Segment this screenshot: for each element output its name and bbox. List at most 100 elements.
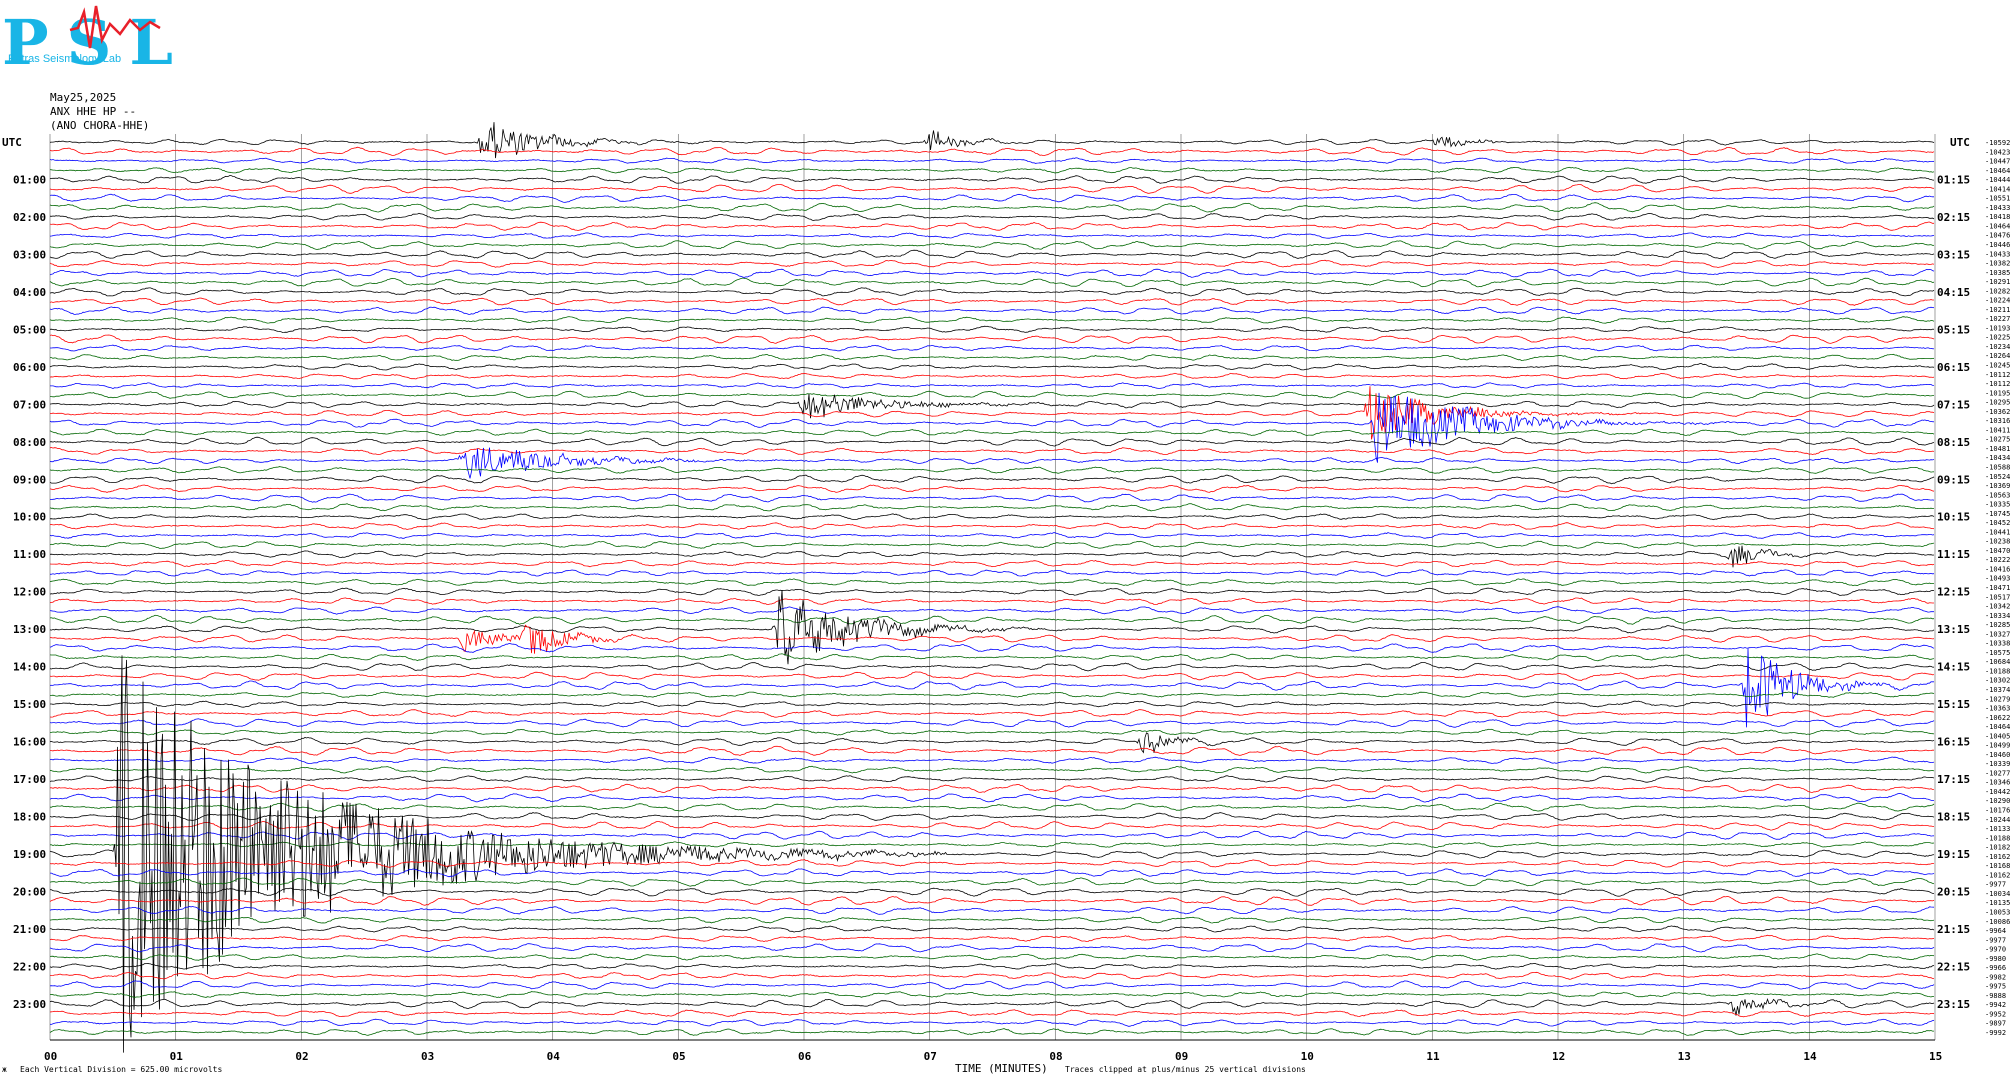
trace-line-87 xyxy=(49,953,1935,961)
trace-line-10 xyxy=(49,232,1935,239)
right-offset-label: -10182 xyxy=(1985,844,2010,852)
trace-line-61 xyxy=(49,709,1935,718)
trace-line-88 xyxy=(49,962,1935,970)
trace-line-64 xyxy=(49,732,1935,754)
right-offset-label: -10162 xyxy=(1985,871,2010,879)
trace-line-59 xyxy=(50,691,1935,698)
right-offset-label: -10363 xyxy=(1985,705,2010,713)
logo-letters: PSL xyxy=(2,6,191,79)
trace-line-16 xyxy=(49,287,1935,297)
right-offset-label: -10086 xyxy=(1985,918,2010,926)
right-offset-label: -10499 xyxy=(1985,742,2010,750)
trace-line-23 xyxy=(50,353,1935,362)
right-offset-label: -10447 xyxy=(1985,158,2010,166)
trace-line-89 xyxy=(50,971,1935,980)
trace-line-28 xyxy=(49,394,1935,419)
right-offset-label: -10416 xyxy=(1985,565,2010,573)
left-hour-label: 11:00 xyxy=(13,548,46,561)
x-tick-label: 08 xyxy=(1049,1050,1062,1063)
trace-line-1 xyxy=(49,146,1935,156)
right-offset-label: -10195 xyxy=(1985,389,2010,397)
right-offset-label: -9952 xyxy=(1985,1010,2006,1018)
right-offset-label: -9982 xyxy=(1985,973,2006,981)
left-hour-label: 20:00 xyxy=(13,885,46,898)
right-offset-label: -10224 xyxy=(1985,297,2010,305)
x-tick-label: 15 xyxy=(1929,1050,1942,1063)
right-offset-label: -10342 xyxy=(1985,603,2010,611)
left-hour-label: 12:00 xyxy=(13,586,46,599)
right-offset-label: -10346 xyxy=(1985,779,2010,787)
right-offset-label: -10264 xyxy=(1985,352,2010,360)
right-offset-label: -9980 xyxy=(1985,955,2006,963)
right-offset-label: -10275 xyxy=(1985,436,2010,444)
right-offset-label: -10162 xyxy=(1985,853,2010,861)
trace-line-69 xyxy=(50,783,1935,793)
trace-line-30 xyxy=(49,392,1935,463)
right-offset-label: -10452 xyxy=(1985,519,2010,527)
right-offset-label: -10592 xyxy=(1985,139,2010,147)
left-hour-labels: 01:00 02:00 03:00 04:00 05:00 06:00 07:00 08:00… xyxy=(13,173,46,1010)
right-offset-label: -10423 xyxy=(1985,148,2010,156)
trace-line-4 xyxy=(49,174,1935,184)
right-offset-label: -10222 xyxy=(1985,556,2010,564)
trace-line-84 xyxy=(49,925,1935,933)
right-hour-label: 17:15 xyxy=(1937,773,1970,786)
left-hour-label: 22:00 xyxy=(13,960,46,973)
trace-line-5 xyxy=(49,184,1935,194)
trace-line-41 xyxy=(49,522,1935,530)
right-hour-label: 04:15 xyxy=(1937,286,1970,299)
right-offset-label: -10238 xyxy=(1985,538,2010,546)
trace-line-18 xyxy=(49,306,1935,315)
x-tick-label: 02 xyxy=(295,1050,308,1063)
right-offset-label: -10176 xyxy=(1985,807,2010,815)
right-hour-label: 22:15 xyxy=(1937,960,1970,973)
x-tick-label: 07 xyxy=(924,1050,937,1063)
right-offset-label: -10684 xyxy=(1985,658,2010,666)
right-hour-label: 03:15 xyxy=(1937,248,1970,261)
trace-line-43 xyxy=(49,540,1935,549)
trace-line-19 xyxy=(49,316,1935,324)
x-axis-title: TIME (MINUTES) xyxy=(955,1062,1048,1075)
trace-line-8 xyxy=(49,212,1935,221)
right-offset-label: -9977 xyxy=(1985,936,2006,944)
trace-line-51 xyxy=(49,614,1935,625)
right-offset-label: -10227 xyxy=(1985,315,2010,323)
psl-logo: PSL Patras Seismology Lab xyxy=(2,5,191,79)
x-tick-label: 12 xyxy=(1552,1050,1565,1063)
left-hour-label: 23:00 xyxy=(13,998,46,1011)
right-offset-label: -10193 xyxy=(1985,324,2010,332)
trace-line-24 xyxy=(49,363,1935,371)
trace-line-83 xyxy=(49,916,1935,924)
x-tick-label: 06 xyxy=(798,1050,812,1063)
trace-line-40 xyxy=(49,513,1935,521)
x-tick-label: 05 xyxy=(672,1050,685,1063)
helicorder-chart: PSL Patras Seismology Lab May25,2025 ANX… xyxy=(2,5,2010,1075)
trace-line-65 xyxy=(50,745,1934,756)
trace-line-32 xyxy=(49,436,1935,447)
right-offset-label: -10245 xyxy=(1985,362,2010,370)
right-offset-label: -10551 xyxy=(1985,195,2010,203)
trace-line-34 xyxy=(49,447,1935,479)
right-offset-label: -10034 xyxy=(1985,890,2010,898)
right-offset-label: -10168 xyxy=(1985,862,2010,870)
right-offset-label: -9975 xyxy=(1985,983,2006,991)
x-tick-label: 14 xyxy=(1803,1050,1817,1063)
trace-line-42 xyxy=(49,532,1935,539)
trace-line-62 xyxy=(49,718,1935,728)
trace-line-60 xyxy=(50,700,1935,708)
x-tick-label: 11 xyxy=(1426,1050,1440,1063)
right-offset-label: -10334 xyxy=(1985,612,2010,620)
date-label: May25,2025 xyxy=(50,91,116,104)
trace-line-45 xyxy=(49,559,1935,568)
trace-line-35 xyxy=(49,466,1935,474)
trace-line-36 xyxy=(49,474,1935,485)
left-hour-label: 10:00 xyxy=(13,511,46,524)
right-hour-label: 14:15 xyxy=(1937,661,1970,674)
left-hour-label: 17:00 xyxy=(13,773,46,786)
trace-line-63 xyxy=(50,728,1935,736)
left-hour-label: 09:00 xyxy=(13,473,46,486)
right-offset-label: -10285 xyxy=(1985,621,2010,629)
trace-line-91 xyxy=(49,991,1934,998)
right-offset-label: -10442 xyxy=(1985,788,2010,796)
left-hour-label: 13:00 xyxy=(13,623,46,636)
